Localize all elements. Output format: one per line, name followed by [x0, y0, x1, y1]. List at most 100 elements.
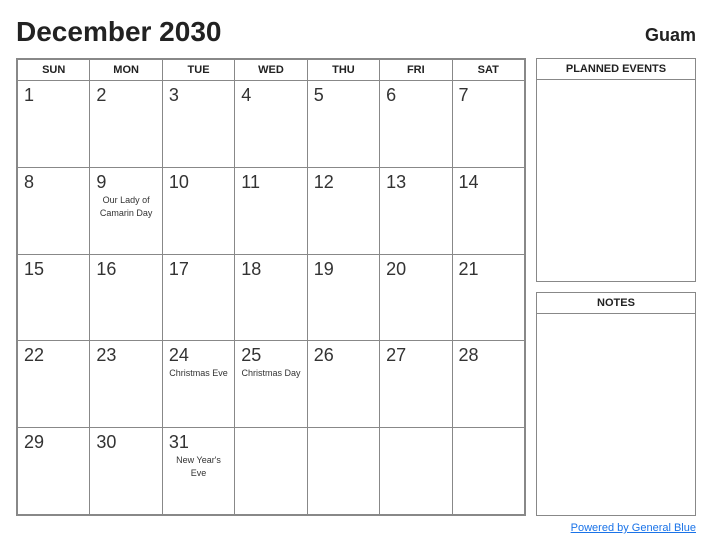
day-number: 5	[314, 85, 373, 106]
day-number: 21	[459, 259, 518, 280]
day-number: 23	[96, 345, 155, 366]
day-number: 6	[386, 85, 445, 106]
event-text: Camarin Day	[96, 208, 155, 219]
planned-events-box: PLANNED EVENTS	[536, 58, 696, 282]
calendar-day-cell: 18	[235, 254, 307, 341]
day-number: 17	[169, 259, 228, 280]
day-number: 16	[96, 259, 155, 280]
calendar-day-cell: 20	[380, 254, 452, 341]
notes-header: NOTES	[537, 293, 695, 314]
calendar-week-row: 29 30 31 New Year's Eve	[18, 428, 525, 515]
footer: Powered by General Blue	[16, 522, 696, 534]
calendar-day-cell: 12	[307, 167, 379, 254]
calendar-day-cell: 31 New Year's Eve	[162, 428, 234, 515]
weekday-header-row: SUN MON TUE WED THU FRI SAT	[18, 60, 525, 81]
calendar-day-cell: 11	[235, 167, 307, 254]
header-sat: SAT	[452, 60, 524, 81]
day-number: 31	[169, 432, 228, 453]
header-sun: SUN	[18, 60, 90, 81]
calendar-day-cell: 16	[90, 254, 162, 341]
calendar-week-row: 1234567	[18, 81, 525, 168]
header: December 2030 Guam	[16, 16, 696, 48]
calendar-day-cell: 15	[18, 254, 90, 341]
day-number: 25	[241, 345, 300, 366]
calendar-day-cell: 24 Christmas Eve	[162, 341, 234, 428]
calendar-day-cell: 14	[452, 167, 524, 254]
calendar-day-cell: 19	[307, 254, 379, 341]
event-text: New Year's	[169, 455, 228, 466]
calendar-day-cell	[307, 428, 379, 515]
day-number: 27	[386, 345, 445, 366]
event-text: Eve	[169, 468, 228, 479]
calendar-day-cell: 8	[18, 167, 90, 254]
day-number: 24	[169, 345, 228, 366]
notes-content	[537, 314, 695, 508]
day-number: 1	[24, 85, 83, 106]
day-number: 28	[459, 345, 518, 366]
month-title: December 2030	[16, 16, 221, 48]
day-number: 4	[241, 85, 300, 106]
day-number: 15	[24, 259, 83, 280]
calendar-day-cell: 13	[380, 167, 452, 254]
calendar-section: SUN MON TUE WED THU FRI SAT 123456789Our…	[16, 58, 526, 516]
planned-events-header: PLANNED EVENTS	[537, 59, 695, 80]
day-number: 20	[386, 259, 445, 280]
calendar-day-cell: 6	[380, 81, 452, 168]
day-number: 29	[24, 432, 83, 453]
calendar-day-cell: 23	[90, 341, 162, 428]
calendar-day-cell: 21	[452, 254, 524, 341]
calendar-week-row: 89 Our Lady of Camarin Day 10 11 12 13 14	[18, 167, 525, 254]
calendar-day-cell: 2	[90, 81, 162, 168]
calendar-day-cell: 5	[307, 81, 379, 168]
day-number: 10	[169, 172, 228, 193]
day-number: 14	[459, 172, 518, 193]
calendar-day-cell: 9 Our Lady of Camarin Day	[90, 167, 162, 254]
calendar-day-cell	[452, 428, 524, 515]
day-number: 12	[314, 172, 373, 193]
calendar-day-cell: 28	[452, 341, 524, 428]
header-mon: MON	[90, 60, 162, 81]
event-text: Christmas Day	[241, 368, 300, 379]
calendar-day-cell: 26	[307, 341, 379, 428]
day-number: 19	[314, 259, 373, 280]
calendar-day-cell: 22	[18, 341, 90, 428]
calendar-day-cell: 4	[235, 81, 307, 168]
day-number: 22	[24, 345, 83, 366]
header-thu: THU	[307, 60, 379, 81]
event-text: Christmas Eve	[169, 368, 228, 379]
content: SUN MON TUE WED THU FRI SAT 123456789Our…	[16, 58, 696, 516]
day-number: 26	[314, 345, 373, 366]
day-number: 18	[241, 259, 300, 280]
header-tue: TUE	[162, 60, 234, 81]
notes-box: NOTES	[536, 292, 696, 516]
planned-events-content	[537, 80, 695, 274]
powered-by-link[interactable]: Powered by General Blue	[571, 522, 696, 534]
calendar-day-cell: 17	[162, 254, 234, 341]
calendar-week-row: 15 16 17 18 19 20 21	[18, 254, 525, 341]
day-number: 9	[96, 172, 155, 193]
calendar-day-cell: 25 Christmas Day	[235, 341, 307, 428]
calendar-day-cell: 3	[162, 81, 234, 168]
calendar-day-cell: 30	[90, 428, 162, 515]
day-number: 11	[241, 172, 300, 193]
location: Guam	[645, 25, 696, 46]
calendar-day-cell: 29	[18, 428, 90, 515]
calendar-day-cell: 27	[380, 341, 452, 428]
side-section: PLANNED EVENTS NOTES	[536, 58, 696, 516]
calendar-day-cell: 7	[452, 81, 524, 168]
calendar-day-cell: 1	[18, 81, 90, 168]
header-fri: FRI	[380, 60, 452, 81]
day-number: 3	[169, 85, 228, 106]
day-number: 30	[96, 432, 155, 453]
calendar-table: SUN MON TUE WED THU FRI SAT 123456789Our…	[17, 59, 525, 515]
calendar-day-cell	[380, 428, 452, 515]
event-text: Our Lady of	[96, 195, 155, 206]
day-number: 8	[24, 172, 83, 193]
calendar-day-cell: 10	[162, 167, 234, 254]
calendar-day-cell	[235, 428, 307, 515]
day-number: 13	[386, 172, 445, 193]
page: December 2030 Guam SUN MON TUE WED THU F…	[0, 0, 712, 550]
day-number: 7	[459, 85, 518, 106]
header-wed: WED	[235, 60, 307, 81]
day-number: 2	[96, 85, 155, 106]
